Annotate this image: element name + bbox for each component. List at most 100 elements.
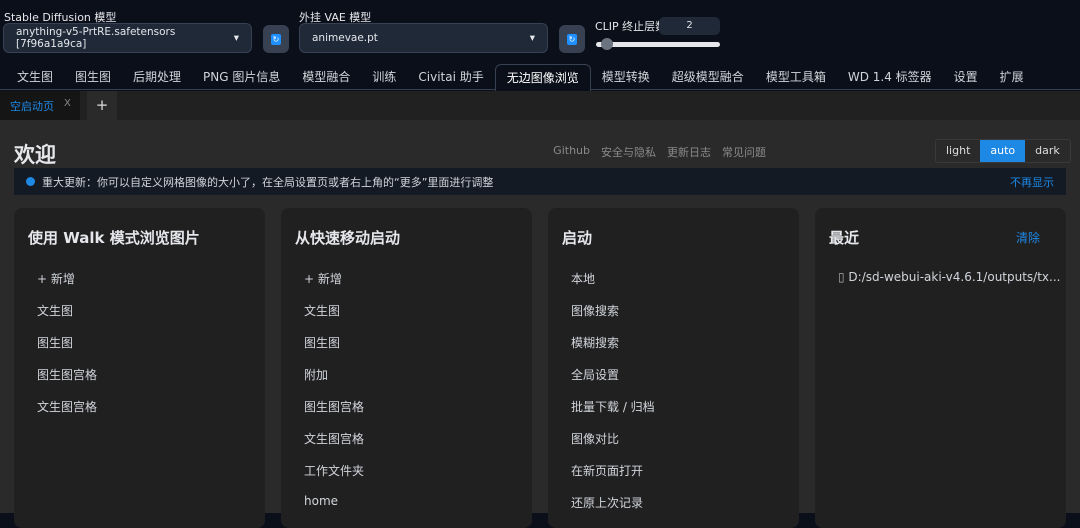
header-link[interactable]: 常见问题 [722,144,766,160]
list-item[interactable]: 批量下载 / 归档 [571,398,655,415]
chevron-down-icon: ▾ [233,32,239,44]
theme-auto-button[interactable]: auto [980,140,1026,162]
tab-5[interactable]: 训练 [361,64,407,89]
list-item[interactable]: 图生图宫格 [37,366,97,383]
tab-11[interactable]: WD 1.4 标签器 [837,64,943,89]
list-item-label: 文生图宫格 [304,432,365,446]
clear-button[interactable]: 清除 [1016,229,1040,246]
chevron-down-icon: ▾ [529,32,535,44]
list-item-label: + 新增 [304,272,342,286]
list-item[interactable]: 在新页面打开 [571,462,643,479]
list-item[interactable]: 图像搜索 [571,302,619,319]
header-link[interactable]: Github [553,144,590,160]
card-title: 启动 [562,229,593,247]
theme-light-button[interactable]: light [936,140,980,162]
close-icon[interactable]: X [64,98,71,109]
tab-7[interactable]: 无边图像浏览 [494,64,591,91]
list-item[interactable]: 图生图 [304,334,340,351]
clip-number-input[interactable]: 2 [659,17,720,35]
card: 启动本地图像搜索模糊搜索全局设置批量下载 / 归档 图像对比在新页面打开 还原上次记… [548,208,799,528]
list-item[interactable]: home [304,494,338,508]
card-title: 使用 Walk 模式浏览图片 [28,229,200,247]
page-title: 欢迎 [14,143,56,167]
list-item[interactable]: 文生图 [304,302,340,319]
list-item-label: 图像搜索 [571,304,620,318]
list-item[interactable]: ▯ D:/sd-webui-aki-v4.6.1/outputs/tx... [838,270,1060,284]
file-icon: ▯ [838,270,849,284]
list-item-label: 图生图 [304,336,341,350]
refresh-icon: ↻ [567,33,577,45]
list-item-label: 模糊搜索 [571,336,620,350]
refresh-icon: ↻ [271,33,281,45]
theme-dark-button[interactable]: dark [1025,140,1070,162]
list-item-label: 本地 [571,272,596,286]
list-item[interactable]: 本地 [571,270,595,287]
list-item-label: 图生图 [37,336,74,350]
tab-8[interactable]: 模型转换 [591,64,661,89]
list-item-label: 附加 [304,368,329,382]
list-item[interactable]: 图生图宫格 [304,398,364,415]
list-item-label: D:/sd-webui-aki-v4.6.1/outputs/tx... [848,270,1061,284]
tab-9[interactable]: 超级模型融合 [661,64,755,89]
card: 最近 清除 ▯ D:/sd-webui-aki-v4.6.1/outputs/tx.… [815,208,1066,528]
list-item[interactable]: 还原上次记录 [571,494,643,511]
list-item[interactable]: + 新增 [37,270,75,287]
list-item-label: 图生图宫格 [37,368,98,382]
header-link[interactable]: 更新日志 [667,144,711,160]
theme-switch: light auto dark [935,139,1071,163]
list-item-label: 文生图 [304,304,341,318]
list-item[interactable]: 工作文件夹 [304,462,364,479]
list-item-label: home [304,494,339,508]
list-item[interactable]: 全局设置 [571,366,619,383]
dismiss-link[interactable]: 不再显示 [1010,174,1054,190]
list-item-label: 还原上次记录 [571,496,644,510]
card: 从快速移动启动 + 新增文生图图生图附加图生图宫格文生图宫格工作文件夹 home [281,208,532,528]
slider-handle[interactable] [601,38,613,50]
list-item-label: + 新增 [37,272,75,286]
list-item[interactable]: + 新增 [304,270,342,287]
list-item[interactable]: 文生图宫格 [304,430,364,447]
sd-refresh-button[interactable]: ↻ [263,25,289,53]
header-links: Github 安全与隐私 更新日志 常见问题 [542,144,766,160]
tab-6[interactable]: Civitai 助手 [407,64,494,89]
list-item-label: 图像对比 [571,432,620,446]
notice-bar: 重大更新：你可以自定义网格图像的大小了，在全局设置页或者右上角的“更多”里面进行… [14,168,1066,195]
list-item[interactable]: 图像对比 [571,430,619,447]
card-title: 从快速移动启动 [295,229,401,247]
subtab-bar: 空启动页 X + [0,91,1080,120]
subtab-label: 空启动页 [10,100,54,113]
clip-label: CLIP 终止层数 [595,20,667,33]
list-item-label: 在新页面打开 [571,464,644,478]
list-item[interactable]: 模糊搜索 [571,334,619,351]
tab-13[interactable]: 扩展 [989,64,1035,89]
add-tab-button[interactable]: + [87,91,117,120]
list-item[interactable]: 文生图宫格 [37,398,97,415]
list-item-label: 图生图宫格 [304,400,365,414]
list-item-label: 文生图 [37,304,74,318]
tab-3[interactable]: PNG 图片信息 [192,64,291,89]
notice-text: 重大更新：你可以自定义网格图像的大小了，在全局设置页或者右上角的“更多”里面进行… [42,175,494,189]
list-item[interactable]: 图生图 [37,334,73,351]
tab-1[interactable]: 图生图 [64,64,122,89]
subtab-active[interactable]: 空启动页 X [0,91,80,120]
list-item[interactable]: 附加 [304,366,328,383]
vae-value: animevae.pt [312,32,378,44]
tab-10[interactable]: 模型工具箱 [755,64,837,89]
list-item-label: 工作文件夹 [304,464,365,478]
vae-select[interactable]: animevae.pt ▾ [299,23,548,53]
list-item[interactable]: 文生图 [37,302,73,319]
card-title: 最近 [829,229,860,247]
list-item-label: 文生图宫格 [37,400,98,414]
sd-model-value: anything-v5-PrtRE.safetensors [7f96a1a9c… [16,26,176,50]
list-item-label: 批量下载 / 归档 [571,400,655,414]
vae-refresh-button[interactable]: ↻ [559,25,585,53]
header-link[interactable]: 安全与隐私 [601,144,656,160]
tab-4[interactable]: 模型融合 [291,64,361,89]
clip-slider[interactable] [596,38,720,50]
list-item-label: 全局设置 [571,368,620,382]
tab-2[interactable]: 后期处理 [122,64,192,89]
tab-12[interactable]: 设置 [943,64,989,89]
sd-model-select[interactable]: anything-v5-PrtRE.safetensors [7f96a1a9c… [3,23,252,53]
main-tabs: 文生图 图生图 后期处理 PNG 图片信息 模型融合 训练 Civitai 助手 无边图像浏览… [0,64,1080,91]
tab-0[interactable]: 文生图 [6,64,64,89]
